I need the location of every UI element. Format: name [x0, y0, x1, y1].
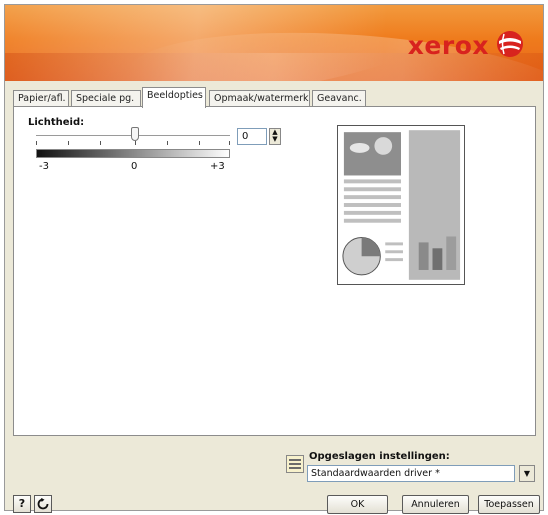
slider-tick [167, 141, 168, 145]
saved-settings-label: Opgeslagen instellingen: [309, 451, 450, 462]
slider-tick [199, 141, 200, 145]
scale-mid-label: 0 [131, 161, 138, 172]
spin-up-down-icon[interactable]: ▲ ▼ [269, 128, 281, 145]
slider-tick [229, 141, 230, 145]
tab-advanced[interactable]: Geavanc. [312, 90, 366, 107]
help-button[interactable]: ? [13, 495, 31, 513]
saved-settings-select[interactable]: Standaardwaarden driver * [307, 465, 515, 482]
brightness-slider-thumb[interactable] [131, 127, 139, 141]
ok-button[interactable]: OK [327, 495, 388, 514]
brightness-value-input[interactable]: 0 [237, 128, 267, 145]
tab-image-options[interactable]: Beeldopties [142, 87, 206, 108]
xerox-banner: xerox [5, 5, 543, 81]
brightness-gradient-bar [36, 149, 230, 158]
slider-tick [135, 141, 136, 145]
page-preview-image [337, 125, 465, 285]
scale-max-label: +3 [210, 161, 225, 172]
saved-settings-icon[interactable] [286, 455, 304, 473]
chevron-down-icon[interactable]: ▼ [519, 465, 535, 482]
printer-properties-dialog: xerox Papier/afl. Speciale pg. Beeldopti… [4, 4, 544, 514]
brightness-label: Lichtheid: [28, 117, 85, 128]
tab-paper-output[interactable]: Papier/afl. [13, 90, 69, 107]
xerox-logo-icon [497, 31, 523, 57]
reset-icon [37, 498, 49, 510]
apply-button[interactable]: Toepassen [478, 495, 540, 514]
image-options-panel: Lichtheid: -3 0 +3 0 ▲ ▼ [13, 106, 536, 436]
scale-min-label: -3 [39, 161, 49, 172]
saved-settings-glyph-icon [289, 459, 301, 469]
slider-tick [100, 141, 101, 145]
slider-tick [68, 141, 69, 145]
cancel-button[interactable]: Annuleren [402, 495, 469, 514]
xerox-logo-text: xerox [407, 31, 489, 60]
slider-tick [36, 141, 37, 145]
tab-special-pages[interactable]: Speciale pg. [71, 90, 141, 107]
reset-button[interactable] [34, 495, 52, 513]
tab-layout-watermark[interactable]: Opmaak/watermerk [209, 90, 310, 107]
